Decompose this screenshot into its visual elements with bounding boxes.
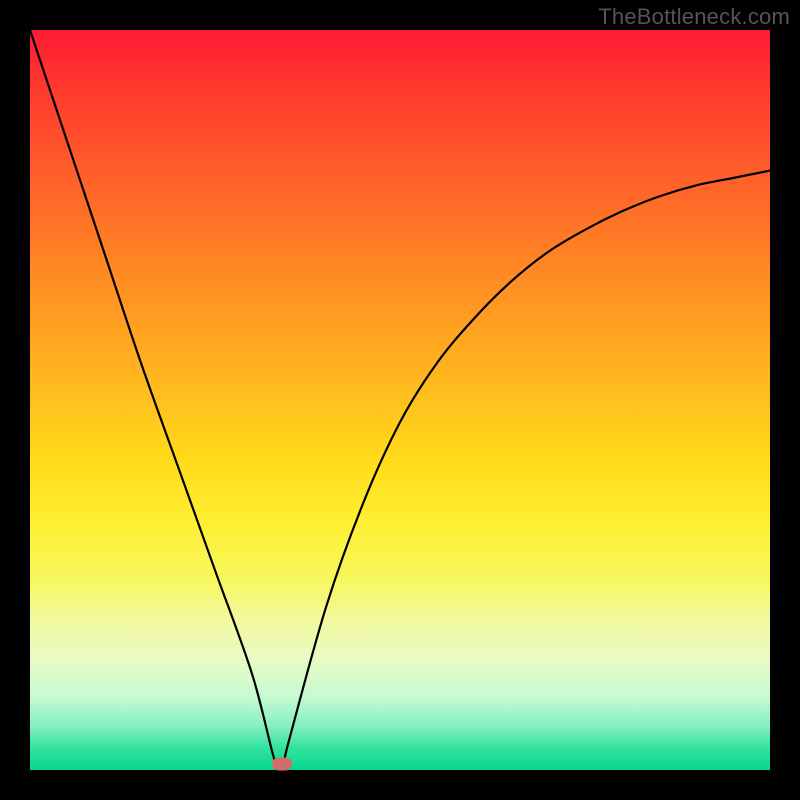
chart-frame: TheBottleneck.com <box>0 0 800 800</box>
plot-area <box>30 30 770 770</box>
watermark-text: TheBottleneck.com <box>598 4 790 30</box>
bottleneck-curve <box>30 30 770 770</box>
optimal-point-marker <box>272 758 292 771</box>
